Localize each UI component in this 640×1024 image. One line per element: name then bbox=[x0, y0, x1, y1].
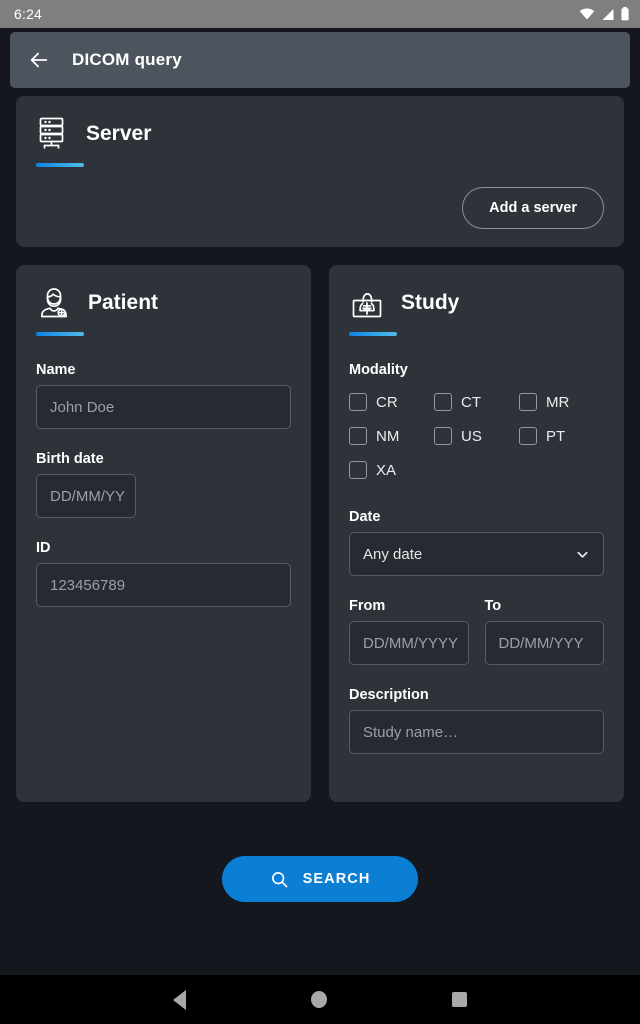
study-card-header: Study bbox=[349, 285, 604, 321]
modality-checkbox-cr[interactable]: CR bbox=[349, 385, 434, 419]
add-a-server-button[interactable]: Add a server bbox=[462, 187, 604, 229]
patient-birthdate-input[interactable]: DD/MM/YY bbox=[36, 474, 136, 518]
modality-checkbox-nm[interactable]: NM bbox=[349, 419, 434, 453]
page-title: DICOM query bbox=[72, 50, 182, 69]
server-rack-icon bbox=[39, 117, 64, 149]
patient-id-label: ID bbox=[36, 540, 51, 556]
search-button-row: SEARCH bbox=[16, 856, 624, 902]
patient-birthdate-label: Birth date bbox=[36, 451, 104, 467]
wifi-icon bbox=[579, 8, 595, 20]
modality-checkbox-xa[interactable]: XA bbox=[349, 453, 434, 487]
checkbox-icon[interactable] bbox=[518, 427, 537, 445]
status-bar-icons bbox=[579, 6, 630, 22]
search-button[interactable]: SEARCH bbox=[222, 856, 418, 902]
date-range-row: From DD/MM/YYYY To DD/MM/YYY bbox=[349, 576, 604, 665]
modality-checkbox-group: CR CT MR NM US PT XA bbox=[349, 385, 604, 487]
chest-xray-icon bbox=[352, 293, 382, 318]
patient-card-header: Patient bbox=[36, 285, 291, 321]
modality-label-ct: CT bbox=[460, 393, 481, 411]
checkbox-icon[interactable] bbox=[433, 393, 452, 411]
back-button[interactable] bbox=[28, 49, 50, 71]
study-column: Study Modality CR CT MR NM US PT XA Date… bbox=[329, 265, 624, 802]
modality-checkbox-us[interactable]: US bbox=[433, 419, 519, 453]
date-from-group: From DD/MM/YYYY bbox=[349, 576, 469, 665]
patient-card: Patient Name John Doe Birth date DD/MM/Y… bbox=[16, 265, 311, 802]
study-card: Study Modality CR CT MR NM US PT XA Date… bbox=[329, 265, 624, 802]
modality-checkbox-mr[interactable]: MR bbox=[518, 385, 604, 419]
search-button-label: SEARCH bbox=[302, 871, 371, 887]
nav-recents-square-icon[interactable] bbox=[452, 992, 468, 1007]
chevron-down-icon bbox=[577, 551, 588, 558]
patient-card-title: Patient bbox=[88, 291, 159, 314]
date-label: Date bbox=[349, 509, 381, 525]
server-card: Server Add a server bbox=[16, 96, 624, 247]
checkbox-icon[interactable] bbox=[518, 393, 537, 411]
modality-label-mr: MR bbox=[545, 393, 570, 411]
patient-name-input[interactable]: John Doe bbox=[36, 385, 291, 429]
modality-label-cr: CR bbox=[376, 393, 398, 411]
modality-label: Modality bbox=[349, 362, 408, 378]
server-card-title: Server bbox=[86, 122, 152, 145]
status-bar-clock: 6:24 bbox=[14, 6, 43, 22]
status-bar: 6:24 bbox=[0, 0, 640, 28]
patient-column: Patient Name John Doe Birth date DD/MM/Y… bbox=[16, 265, 311, 802]
date-range-select[interactable]: Any date bbox=[349, 532, 604, 576]
description-label: Description bbox=[349, 687, 429, 703]
main-content: Server Add a server Patient Name John Do… bbox=[0, 96, 640, 975]
checkbox-icon[interactable] bbox=[349, 427, 367, 445]
date-range-select-value: Any date bbox=[363, 545, 423, 563]
modality-label-nm: NM bbox=[376, 427, 400, 445]
checkbox-icon[interactable] bbox=[433, 427, 452, 445]
modality-label-xa: XA bbox=[376, 461, 397, 479]
patient-icon bbox=[41, 288, 67, 318]
study-card-title: Study bbox=[401, 291, 460, 314]
date-to-label: To bbox=[484, 598, 502, 614]
server-accent-underline bbox=[36, 163, 84, 167]
modality-checkbox-ct[interactable]: CT bbox=[433, 385, 519, 419]
patient-id-input[interactable]: 123456789 bbox=[36, 563, 291, 607]
checkbox-icon[interactable] bbox=[349, 393, 367, 411]
checkbox-icon[interactable] bbox=[349, 461, 367, 479]
server-card-header: Server bbox=[36, 116, 604, 152]
date-to-input[interactable]: DD/MM/YYY bbox=[484, 621, 604, 665]
modality-checkbox-pt[interactable]: PT bbox=[518, 419, 604, 453]
app-bar: DICOM query bbox=[10, 32, 630, 88]
modality-label-us: US bbox=[460, 427, 482, 445]
description-input[interactable]: Study name… bbox=[349, 710, 604, 754]
search-icon bbox=[271, 871, 288, 887]
server-card-actions: Add a server bbox=[36, 187, 604, 229]
modality-label-pt: PT bbox=[545, 427, 566, 445]
android-nav-bar bbox=[0, 975, 640, 1024]
date-from-input[interactable]: DD/MM/YYYY bbox=[349, 621, 469, 665]
date-to-group: To DD/MM/YYY bbox=[484, 576, 604, 665]
nav-home-circle-icon[interactable] bbox=[310, 991, 327, 1008]
date-from-label: From bbox=[349, 598, 386, 614]
arrow-left-icon bbox=[30, 52, 48, 68]
study-accent-underline bbox=[349, 332, 397, 336]
query-panels: Patient Name John Doe Birth date DD/MM/Y… bbox=[16, 265, 624, 802]
nav-back-triangle-icon[interactable] bbox=[172, 989, 186, 1010]
patient-accent-underline bbox=[36, 332, 84, 336]
battery-icon bbox=[621, 7, 629, 21]
patient-name-label: Name bbox=[36, 362, 76, 378]
cellular-signal-icon bbox=[602, 8, 614, 20]
